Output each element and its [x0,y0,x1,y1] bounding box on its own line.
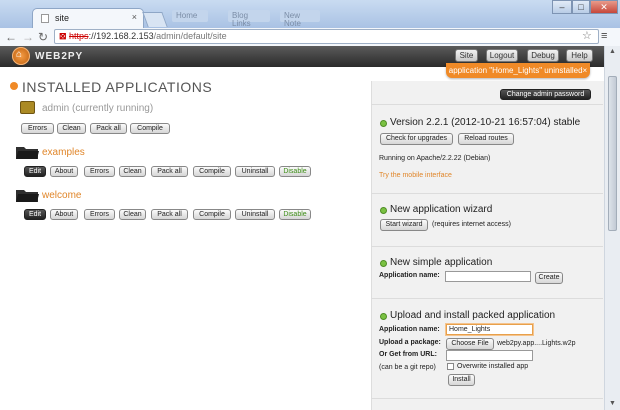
app-name-examples[interactable]: examples [42,147,85,158]
url-path: /admin/default/site [153,31,227,41]
admin-pack-all-button[interactable]: Pack all [90,123,127,134]
git-repo-note: (can be a git repo) [379,364,436,371]
folder-icon [16,145,39,159]
scroll-up-icon[interactable]: ▲ [605,46,620,58]
welcome-errors-button[interactable]: Errors [84,209,115,220]
wizard-note: (requires internet access) [432,221,511,228]
examples-errors-button[interactable]: Errors [84,166,115,177]
reload-routes-button[interactable]: Reload routes [458,133,514,145]
welcome-about-button[interactable]: About [50,209,78,220]
overwrite-label: Overwrite installed app [457,363,529,370]
ghost-tab: Home [172,10,208,22]
maximize-icon[interactable]: □ [572,0,590,14]
url-scheme: https [69,31,89,41]
ghost-tab: Blog Links [228,10,270,28]
status-dot-icon [380,207,387,214]
overwrite-checkbox[interactable] [447,363,454,370]
admin-clean-button[interactable]: Clean [57,123,86,134]
check-upgrades-button[interactable]: Check for upgrades [380,133,453,145]
create-button[interactable]: Create [535,272,563,284]
divider [371,193,603,194]
ghost-tab: New Note [280,10,320,28]
url-host: ://192.168.2.153 [88,31,154,41]
get-from-url-label: Or Get from URL: [379,351,437,358]
examples-edit-button[interactable]: Edit [24,166,46,177]
close-window-icon[interactable]: ✕ [590,0,618,14]
upload-app-name-input[interactable]: Home_Lights [446,324,533,335]
divider [371,246,603,247]
mobile-interface-link[interactable]: Try the mobile interface [379,172,452,179]
ssl-error-icon: ⊠ [59,31,70,41]
chosen-file-name: web2py.app....Lights.w2p [497,340,576,347]
start-wizard-button[interactable]: Start wizard [380,219,428,231]
app-name-welcome[interactable]: welcome [42,190,81,201]
home-logo-icon[interactable]: ⌂ [12,47,30,65]
upload-title: Upload and install packed application [390,310,556,321]
status-dot-icon [380,120,387,127]
tab-title: site [55,13,70,23]
back-arrow-icon[interactable]: ← [5,29,17,45]
lock-folder-icon [20,101,35,114]
install-button[interactable]: Install [448,374,475,386]
page-icon [41,14,49,23]
flash-message[interactable]: application "Home_Lights" uninstalled× [446,63,590,78]
upload-package-label: Upload a package: [379,339,441,346]
divider [371,104,603,105]
forward-arrow-icon[interactable]: → [22,29,34,45]
welcome-pack-all-button[interactable]: Pack all [151,209,188,220]
examples-pack-all-button[interactable]: Pack all [151,166,188,177]
browser-tab[interactable]: site × [32,8,144,28]
nav-site-button[interactable]: Site [455,49,478,62]
get-from-url-input[interactable] [446,350,533,361]
welcome-edit-button[interactable]: Edit [24,209,46,220]
examples-clean-button[interactable]: Clean [119,166,146,177]
simple-app-name-label: Application name: [379,272,440,279]
welcome-compile-button[interactable]: Compile [193,209,231,220]
nav-help-button[interactable]: Help [566,49,593,62]
welcome-disable-button[interactable]: Disable [279,209,311,220]
nav-debug-button[interactable]: Debug [527,49,559,62]
nav-logout-button[interactable]: Logout [486,49,518,62]
status-dot-icon [380,260,387,267]
admin-compile-button[interactable]: Compile [130,123,170,134]
divider [371,398,603,399]
welcome-clean-button[interactable]: Clean [119,209,146,220]
examples-uninstall-button[interactable]: Uninstall [235,166,275,177]
app-name-admin: admin (currently running) [42,103,154,114]
folder-icon [16,188,39,202]
tab-close-icon[interactable]: × [132,12,137,22]
scroll-thumb[interactable] [608,76,617,231]
address-bar[interactable]: ⊠ https://192.168.2.153/admin/default/si… [54,29,599,44]
divider [371,298,603,299]
logo-text: WEB2PY [35,51,84,62]
admin-errors-button[interactable]: Errors [21,123,54,134]
simple-app-name-input[interactable] [445,271,531,282]
welcome-uninstall-button[interactable]: Uninstall [235,209,275,220]
version-title: Version 2.2.1 (2012-10-21 16:57:04) stab… [390,117,581,128]
examples-about-button[interactable]: About [50,166,78,177]
menu-icon[interactable]: ≡ [601,29,607,44]
examples-disable-button[interactable]: Disable [279,166,311,177]
upload-app-name-label: Application name: [379,326,440,333]
running-on-text: Running on Apache/2.2.22 (Debian) [379,155,491,162]
wizard-title: New application wizard [390,204,493,215]
page-title: INSTALLED APPLICATIONS [22,79,213,95]
change-admin-password-button[interactable]: Change admin password [500,89,591,100]
bookmark-star-icon[interactable]: ☆ [582,29,592,44]
scroll-down-icon[interactable]: ▼ [605,398,620,410]
examples-compile-button[interactable]: Compile [193,166,231,177]
title-bullet-icon [10,82,18,90]
status-dot-icon [380,313,387,320]
choose-file-button[interactable]: Choose File [446,338,494,350]
simple-title: New simple application [390,257,493,268]
reload-icon[interactable]: ↻ [38,29,48,45]
minimize-icon[interactable]: – [552,0,572,14]
scrollbar[interactable]: ▲ ▼ [604,46,620,410]
